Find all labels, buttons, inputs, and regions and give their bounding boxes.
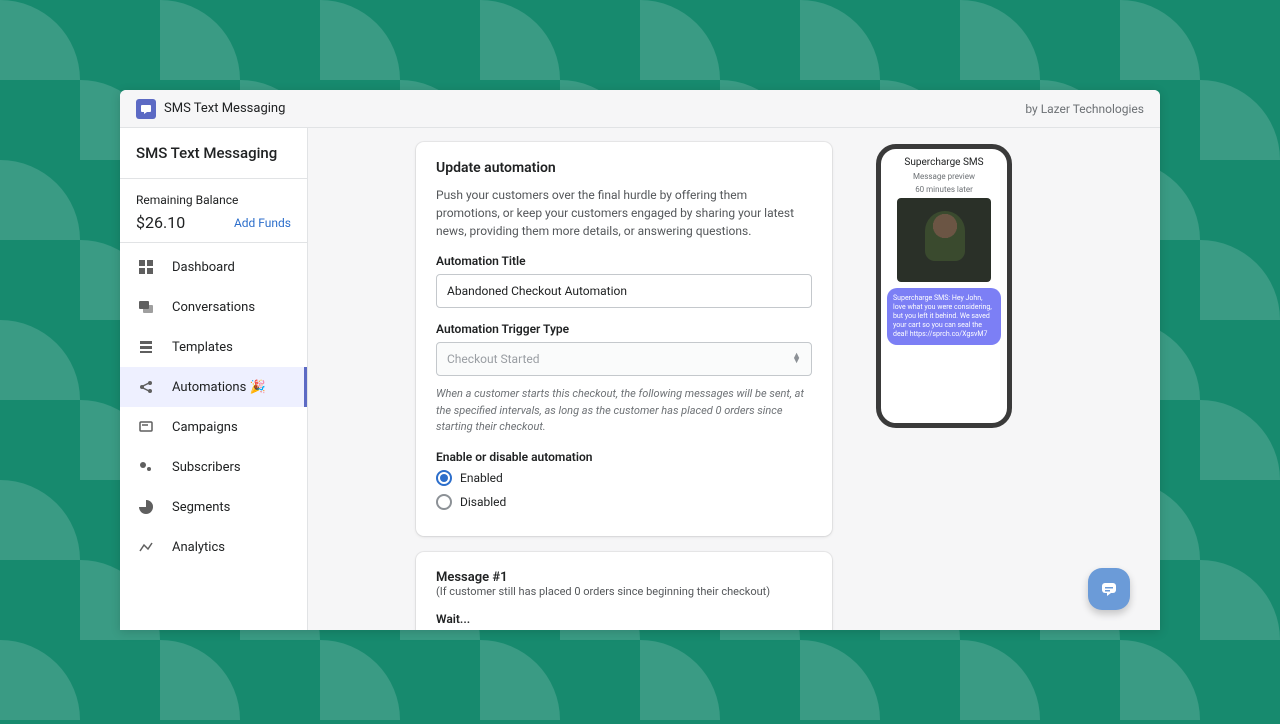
message-title: Message #1 <box>436 570 812 585</box>
phone-preview-label: Message preview <box>881 170 1007 183</box>
dashboard-icon <box>138 259 154 275</box>
sidebar-item-label: Subscribers <box>172 460 241 475</box>
trigger-type-select[interactable]: Checkout Started ▲▼ <box>436 342 812 376</box>
sidebar: SMS Text Messaging Remaining Balance $26… <box>120 128 308 630</box>
wait-label: Wait... <box>436 612 812 626</box>
radio-disabled[interactable]: Disabled <box>436 494 812 510</box>
radio-icon <box>436 494 452 510</box>
sidebar-item-analytics[interactable]: Analytics <box>120 527 307 567</box>
chat-fab-button[interactable] <box>1088 568 1130 610</box>
sidebar-item-segments[interactable]: Segments <box>120 487 307 527</box>
app-window: SMS Text Messaging by Lazer Technologies… <box>120 90 1160 630</box>
app-logo-icon <box>136 99 156 119</box>
sidebar-item-templates[interactable]: Templates <box>120 327 307 367</box>
phone-message-bubble: Supercharge SMS: Hey John, love what you… <box>887 288 1001 345</box>
phone-media-thumbnail <box>897 198 991 282</box>
header-byline: by Lazer Technologies <box>1025 102 1144 116</box>
automation-card: Update automation Push your customers ov… <box>416 142 832 536</box>
main-content: Update automation Push your customers ov… <box>308 128 1160 630</box>
phone-title: Supercharge SMS <box>881 149 1007 170</box>
radio-icon <box>436 470 452 486</box>
app-header: SMS Text Messaging by Lazer Technologies <box>120 90 1160 128</box>
message-subtitle: (If customer still has placed 0 orders s… <box>436 585 812 598</box>
sidebar-title: SMS Text Messaging <box>136 144 291 162</box>
trigger-type-value: Checkout Started <box>447 352 540 366</box>
message-card: Message #1 (If customer still has placed… <box>416 552 832 631</box>
phone-time-label: 60 minutes later <box>881 183 1007 198</box>
select-caret-icon: ▲▼ <box>792 354 801 365</box>
automation-title-label: Automation Title <box>436 254 812 268</box>
card-description: Push your customers over the final hurdl… <box>436 186 812 240</box>
sidebar-item-label: Dashboard <box>172 260 235 275</box>
sidebar-item-automations[interactable]: Automations 🎉 <box>120 367 307 407</box>
balance-amount: $26.10 <box>136 213 185 232</box>
sidebar-item-label: Conversations <box>172 300 255 315</box>
balance-block: Remaining Balance $26.10 Add Funds <box>120 179 307 243</box>
sidebar-item-campaigns[interactable]: Campaigns <box>120 407 307 447</box>
phone-preview: Supercharge SMS Message preview 60 minut… <box>876 144 1012 428</box>
message-icon <box>138 419 154 435</box>
app-title: SMS Text Messaging <box>164 101 285 116</box>
sidebar-item-dashboard[interactable]: Dashboard <box>120 247 307 287</box>
trigger-help-text: When a customer starts this checkout, th… <box>436 386 812 436</box>
sidebar-item-subscribers[interactable]: Subscribers <box>120 447 307 487</box>
templates-icon <box>138 339 154 355</box>
sidebar-item-label: Templates <box>172 340 233 355</box>
sidebar-item-label: Campaigns <box>172 420 238 435</box>
sidebar-item-label: Analytics <box>172 540 225 555</box>
share-icon <box>138 379 154 395</box>
card-title: Update automation <box>436 160 812 176</box>
pie-icon <box>138 499 154 515</box>
balance-label: Remaining Balance <box>136 193 291 207</box>
chat-icon <box>138 299 154 315</box>
sidebar-item-label: Automations 🎉 <box>172 380 266 395</box>
automation-title-input[interactable] <box>436 274 812 308</box>
subscribers-icon <box>138 459 154 475</box>
sidebar-item-conversations[interactable]: Conversations <box>120 287 307 327</box>
analytics-icon <box>138 539 154 555</box>
add-funds-link[interactable]: Add Funds <box>234 216 291 230</box>
enable-label: Enable or disable automation <box>436 450 812 464</box>
radio-label-enabled: Enabled <box>460 471 503 485</box>
radio-enabled[interactable]: Enabled <box>436 470 812 486</box>
sidebar-item-label: Segments <box>172 500 230 515</box>
trigger-type-label: Automation Trigger Type <box>436 322 812 336</box>
chat-icon <box>1099 579 1119 599</box>
radio-label-disabled: Disabled <box>460 495 506 509</box>
nav: Dashboard Conversations Templates Automa… <box>120 243 307 567</box>
